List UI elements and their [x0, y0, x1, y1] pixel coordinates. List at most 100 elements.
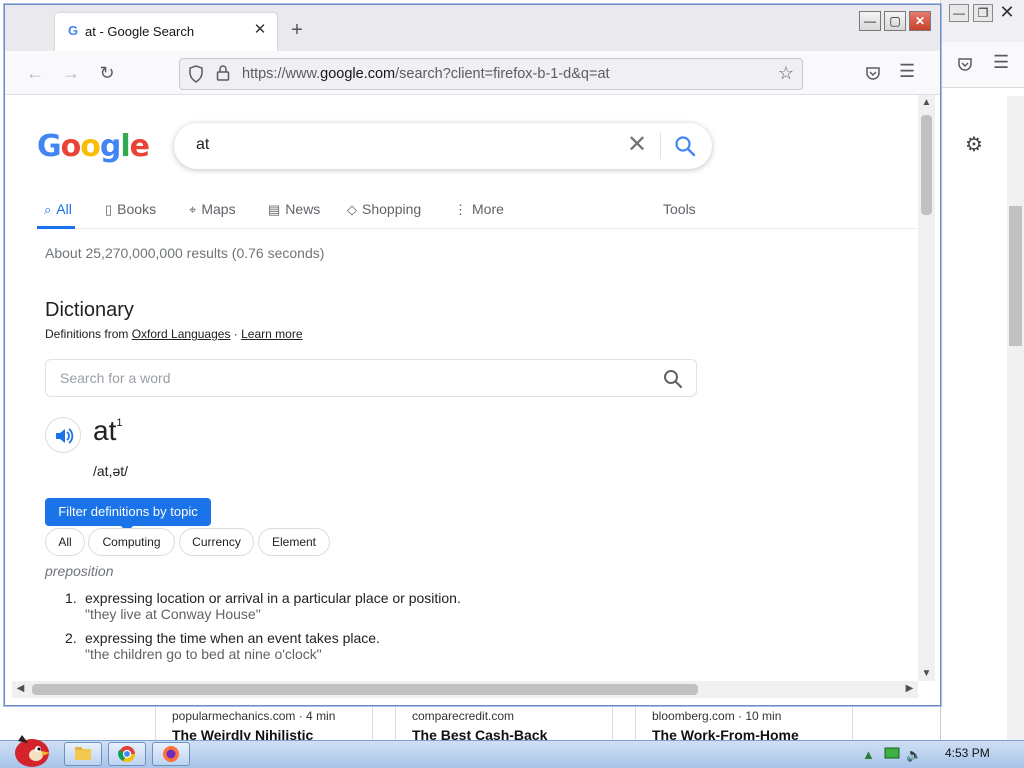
search-icon[interactable] — [662, 368, 684, 390]
close-icon[interactable]: ✕ — [997, 3, 1017, 22]
tab-more[interactable]: ⋮ More — [454, 201, 504, 218]
scroll-left-arrow-icon[interactable]: ◀ — [12, 683, 29, 694]
pocket-icon[interactable] — [957, 56, 973, 72]
tab-bar: G at - Google Search ✕ + — ▢ ✕ — [5, 5, 940, 51]
tab-label: News — [285, 201, 321, 217]
volume-icon[interactable]: 🔈 — [906, 747, 922, 763]
news-title: The Work-From-Home — [652, 727, 799, 740]
start-button-bird-icon[interactable] — [8, 729, 52, 768]
search-icon: ⌕ — [44, 202, 52, 217]
tab-close-icon[interactable]: ✕ — [251, 21, 269, 39]
browser-tab-active[interactable]: G at - Google Search ✕ — [55, 13, 277, 51]
tab-news[interactable]: ▤ News — [268, 201, 320, 218]
background-titlebar: — ❐ ✕ — [941, 0, 1024, 42]
vertical-scrollbar[interactable]: ▲ ▼ — [918, 95, 935, 681]
search-icon[interactable] — [670, 131, 700, 161]
url-text[interactable]: https://www.google.com/search?client=fir… — [242, 66, 610, 82]
url-domain: google.com — [320, 66, 396, 82]
tracking-shield-icon[interactable] — [188, 65, 204, 83]
settings-gear-icon[interactable]: ⚙ — [965, 132, 983, 157]
tab-label: More — [472, 201, 504, 217]
pronunciation-speaker-button[interactable] — [45, 417, 81, 453]
vertical-scroll-thumb[interactable] — [921, 115, 932, 215]
tab-label: Shopping — [362, 201, 422, 217]
tab-books[interactable]: ▯ Books — [105, 201, 156, 218]
search-box[interactable]: at ✕ — [174, 123, 712, 169]
maximize-icon[interactable]: ▢ — [884, 11, 906, 31]
book-icon: ▯ — [105, 202, 113, 217]
reload-icon[interactable]: ↻ — [95, 61, 119, 85]
tab-maps[interactable]: ⌖ Maps — [189, 201, 236, 218]
clear-search-icon[interactable]: ✕ — [624, 131, 650, 159]
learn-more-link[interactable]: Learn more — [241, 327, 302, 341]
tab-label: Books — [117, 201, 157, 217]
tab-label: All — [56, 201, 72, 217]
tab-title: at - Google Search — [85, 24, 195, 39]
scroll-up-arrow-icon[interactable]: ▲ — [918, 97, 935, 108]
chip-all[interactable]: All — [45, 528, 85, 556]
tray-arrow-icon[interactable]: ▲ — [862, 747, 875, 762]
lock-icon[interactable] — [216, 64, 230, 82]
back-arrow-icon[interactable]: ← — [23, 61, 47, 85]
new-tab-plus-icon[interactable]: + — [285, 19, 309, 43]
tab-all[interactable]: ⌕ All — [44, 201, 72, 218]
more-vertical-icon: ⋮ — [454, 202, 467, 217]
definition-text: expressing the time when an event takes … — [85, 630, 380, 646]
close-window-icon[interactable]: ✕ — [909, 11, 931, 31]
minimize-icon[interactable]: — — [859, 11, 881, 31]
chip-element[interactable]: Element — [258, 528, 330, 556]
menu-icon[interactable]: ☰ — [899, 61, 915, 82]
taskbar-file-explorer[interactable] — [64, 742, 102, 766]
scroll-right-arrow-icon[interactable]: ▶ — [901, 683, 918, 694]
search-divider — [660, 133, 661, 159]
word-search-placeholder[interactable]: Search for a word — [60, 370, 171, 386]
oxford-languages-link[interactable]: Oxford Languages — [132, 327, 231, 341]
tab-shopping[interactable]: ◇ Shopping — [347, 201, 421, 218]
news-card[interactable]: bloomberg.com · 10 min The Work-From-Hom… — [635, 704, 853, 740]
network-monitor-icon — [884, 747, 900, 759]
minimize-icon[interactable]: — — [949, 4, 969, 22]
network-icon[interactable] — [884, 747, 900, 764]
definition-text: expressing location or arrival in a part… — [85, 590, 461, 606]
url-bar[interactable]: https://www.google.com/search?client=fir… — [179, 58, 803, 90]
news-card[interactable]: popularmechanics.com · 4 min The Weirdly… — [155, 704, 373, 740]
firefox-window: G at - Google Search ✕ + — ▢ ✕ ← → ↻ htt… — [4, 4, 941, 706]
page-content: Google at ✕ ⌕ All ▯ Books ⌖ Maps ▤ News ◇ Sho… — [12, 95, 918, 681]
chip-computing[interactable]: Computing — [88, 528, 175, 556]
part-of-speech: preposition — [45, 563, 114, 579]
horizontal-scroll-thumb[interactable] — [32, 684, 698, 695]
source-prefix: Definitions from — [45, 327, 132, 341]
google-logo[interactable]: Google — [37, 129, 150, 164]
google-favicon-icon: G — [67, 23, 79, 38]
pocket-icon[interactable] — [865, 65, 881, 81]
bookmark-star-icon[interactable]: ☆ — [778, 63, 794, 84]
taskbar-chrome[interactable] — [108, 742, 146, 766]
tag-icon: ◇ — [347, 202, 357, 217]
result-stats: About 25,270,000,000 results (0.76 secon… — [45, 245, 325, 261]
taskbar-firefox[interactable] — [152, 742, 190, 766]
news-card[interactable]: comparecredit.com The Best Cash-Back — [395, 704, 613, 740]
url-suffix: /search?client=firefox-b-1-d&q=at — [395, 66, 610, 82]
headword-text: at — [93, 415, 117, 446]
background-scrollbar[interactable] — [1007, 96, 1024, 740]
definition-number: 1. — [65, 590, 77, 606]
background-scroll-thumb[interactable] — [1009, 206, 1022, 346]
restore-icon[interactable]: ❐ — [973, 4, 993, 22]
chip-currency[interactable]: Currency — [179, 528, 254, 556]
search-tabs: ⌕ All ▯ Books ⌖ Maps ▤ News ◇ Shopping ⋮ More — [37, 193, 917, 229]
tools-button[interactable]: Tools — [663, 201, 696, 217]
word-search-field[interactable]: Search for a word — [45, 359, 697, 397]
menu-icon[interactable]: ☰ — [993, 52, 1009, 73]
phonetic: /at,ət/ — [93, 463, 129, 479]
system-clock[interactable]: 4:53 PM — [945, 746, 990, 760]
scroll-down-arrow-icon[interactable]: ▼ — [918, 668, 935, 679]
headword-index: 1 — [116, 416, 123, 429]
chrome-icon — [118, 746, 136, 763]
map-pin-icon: ⌖ — [189, 202, 197, 217]
background-toolbar: ☰ — [941, 42, 1024, 88]
search-input[interactable]: at — [196, 136, 209, 154]
horizontal-scrollbar[interactable]: ◀ ▶ — [12, 681, 918, 698]
definition-example: "they live at Conway House" — [85, 606, 261, 622]
url-prefix: https://www. — [242, 66, 321, 82]
forward-arrow-icon[interactable]: → — [59, 61, 83, 85]
